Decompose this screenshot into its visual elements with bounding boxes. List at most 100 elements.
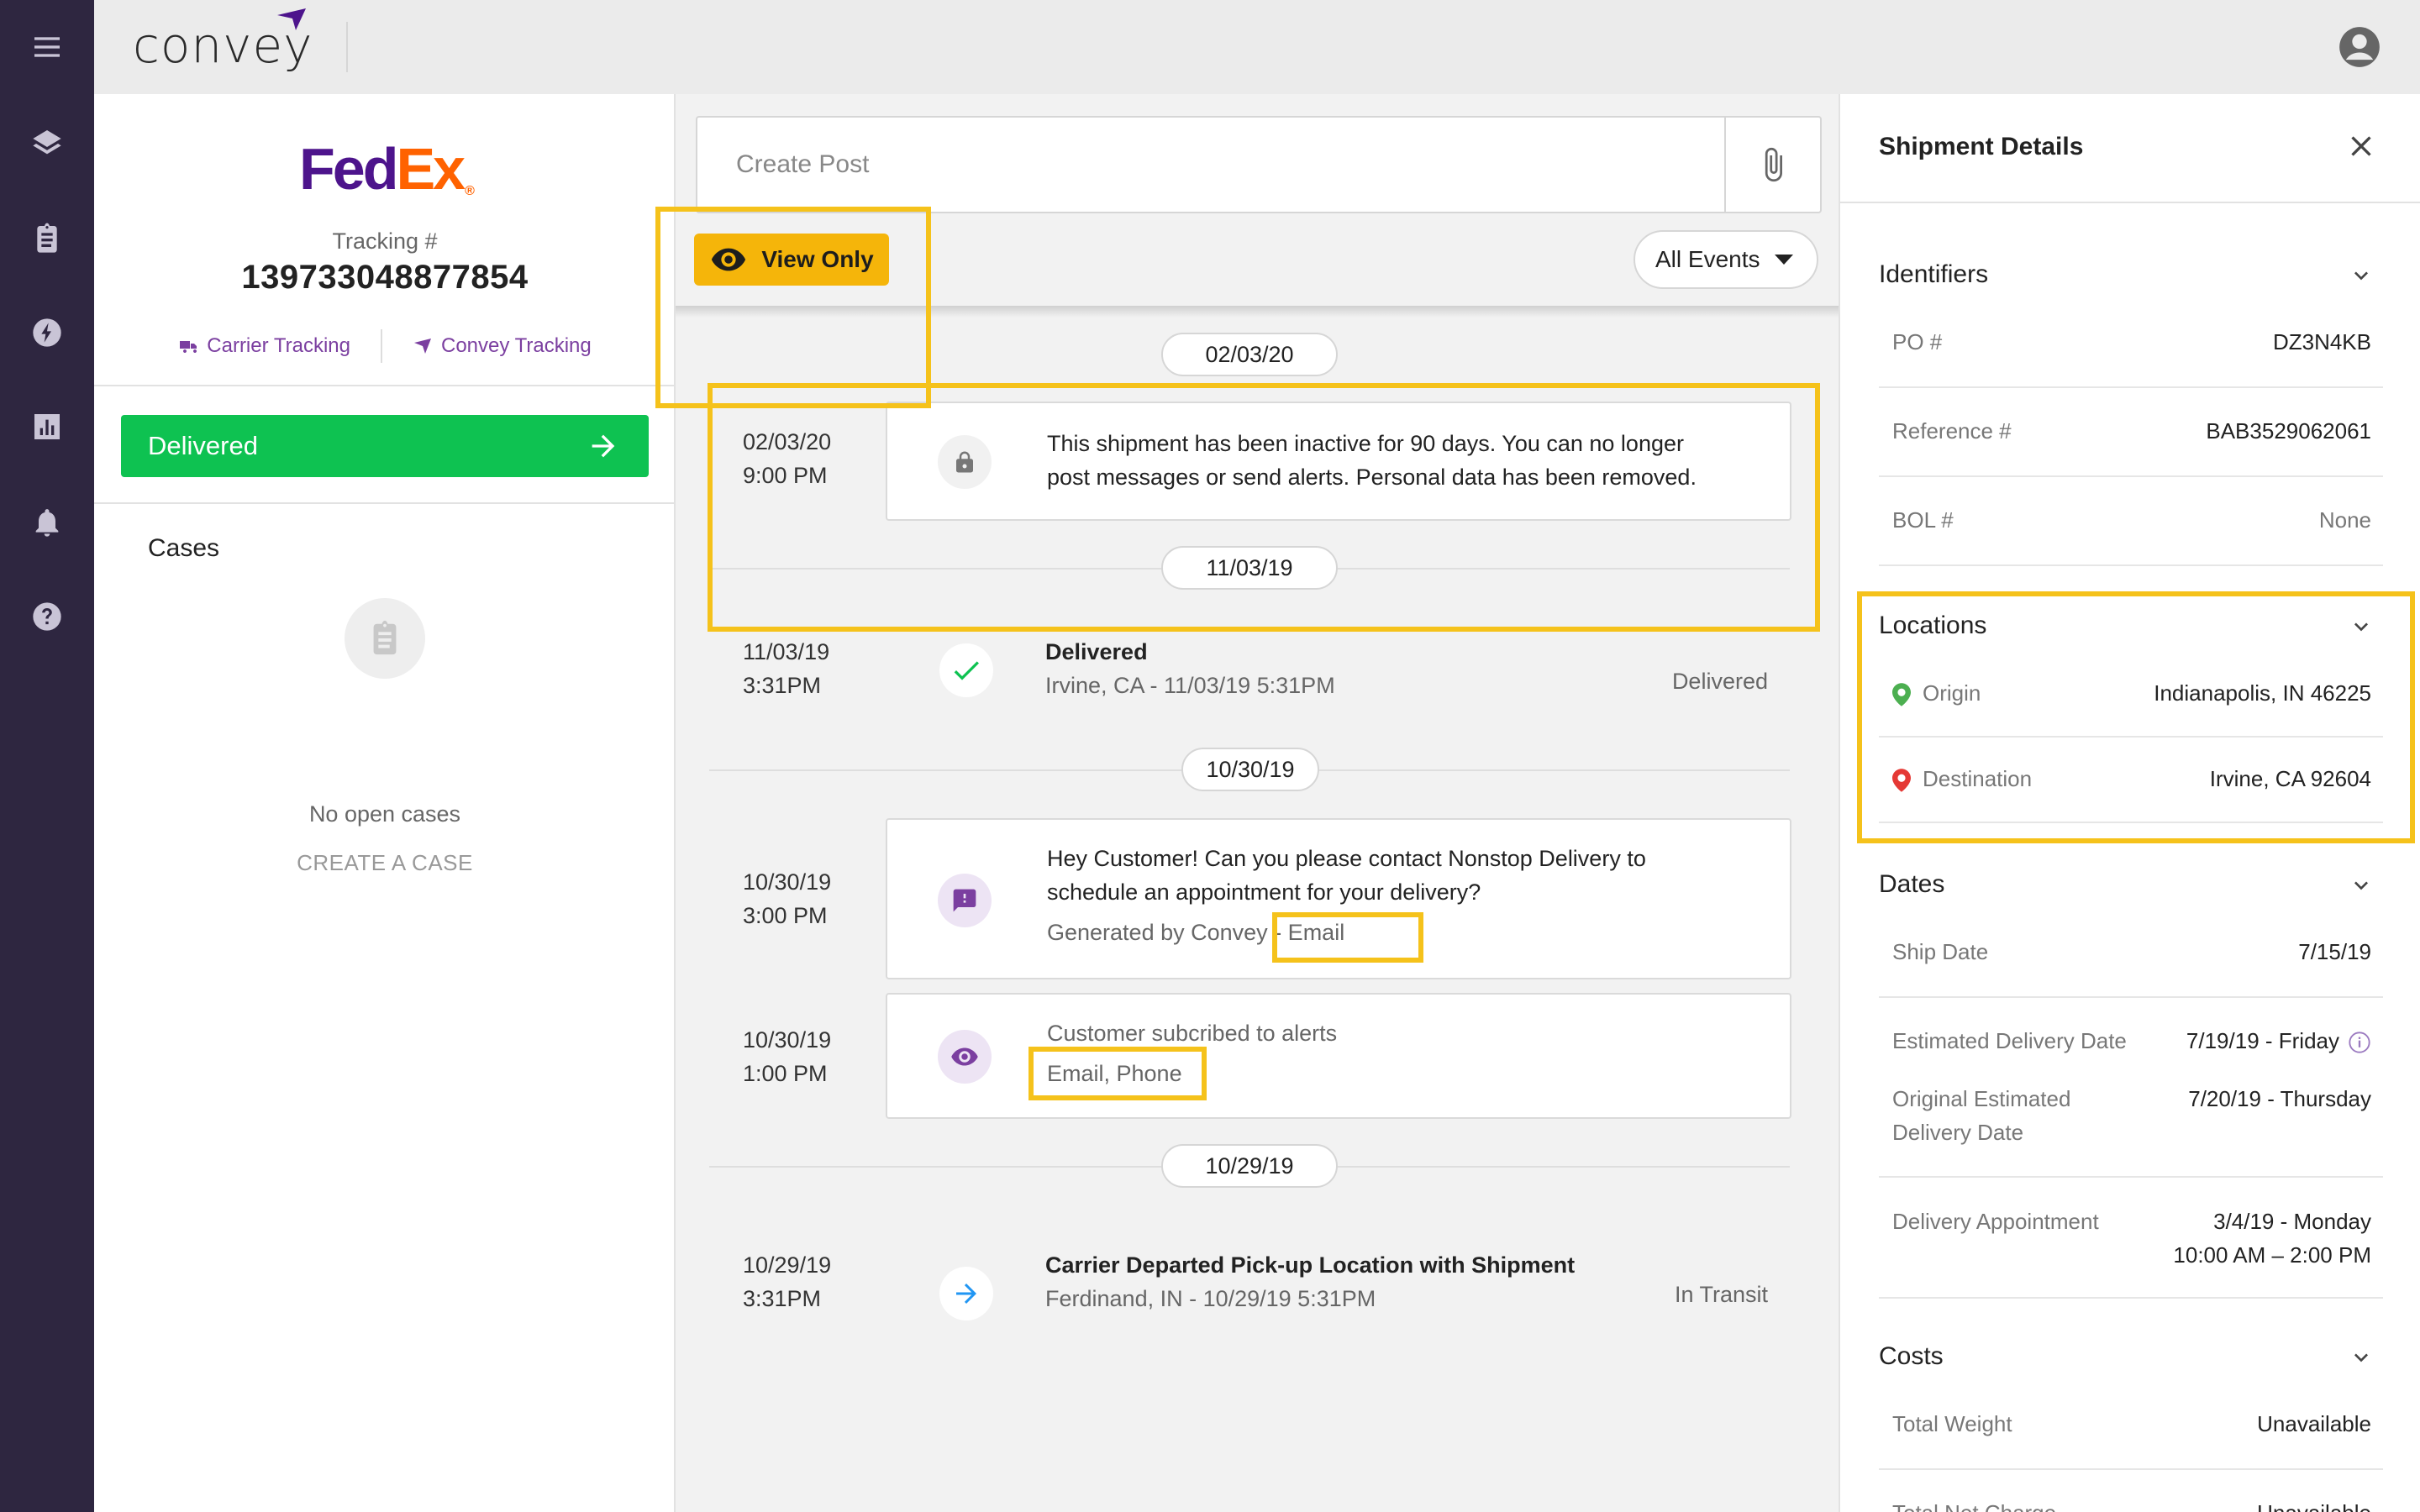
event-detail: Irvine, CA - 11/03/19 5:31PM bbox=[1045, 673, 1335, 698]
clipboard-icon[interactable] bbox=[29, 220, 66, 257]
event-content: Carrier Departed Pick-up Location with S… bbox=[1045, 1248, 1575, 1315]
event-channels: Email, Phone bbox=[1047, 1061, 1182, 1086]
chevron-down-icon[interactable] bbox=[2348, 872, 2375, 899]
layers-icon[interactable] bbox=[29, 124, 66, 161]
check-icon bbox=[939, 643, 993, 697]
close-icon[interactable] bbox=[2344, 129, 2378, 163]
event-timestamp: 10/30/19 3:00 PM bbox=[743, 865, 831, 932]
delivery-appointment-row: Delivery Appointment 3/4/19 - Monday 10:… bbox=[1892, 1205, 2371, 1268]
help-icon[interactable] bbox=[29, 598, 66, 635]
event-timestamp: 02/03/20 9:00 PM bbox=[743, 425, 831, 492]
event-date: 10/30/19 bbox=[743, 869, 832, 895]
dates-section-title[interactable]: Dates bbox=[1879, 870, 1944, 899]
destination-label: Destination bbox=[1923, 766, 2033, 791]
convey-tracking-link[interactable]: Convey Tracking bbox=[382, 334, 622, 358]
delivered-status-button[interactable]: Delivered bbox=[121, 415, 649, 477]
event-message: Customer subcribed to alerts Email, Phon… bbox=[1047, 1016, 1337, 1090]
event-card: This shipment has been inactive for 90 d… bbox=[886, 402, 1791, 521]
ship-date-label: Ship Date bbox=[1892, 939, 1989, 964]
event-content: Delivered Irvine, CA - 11/03/19 5:31PM bbox=[1045, 635, 1335, 702]
event-message: This shipment has been inactive for 90 d… bbox=[1047, 427, 1697, 494]
appointment-date: 3/4/19 - Monday bbox=[2213, 1209, 2371, 1234]
truck-icon bbox=[180, 341, 197, 353]
top-bar: convey bbox=[94, 0, 2420, 94]
arrow-right-icon bbox=[939, 1267, 993, 1320]
delivery-appointment-label: Delivery Appointment bbox=[1892, 1209, 2099, 1234]
lock-icon bbox=[938, 435, 992, 489]
create-case-link[interactable]: CREATE A CASE bbox=[94, 850, 676, 876]
event-line: Hey Customer! Can you please contact Non… bbox=[1047, 846, 1646, 871]
toolbar-shadow bbox=[676, 306, 1839, 318]
create-post-input[interactable] bbox=[697, 118, 1723, 212]
event-date: 11/03/19 bbox=[743, 639, 830, 664]
event-status: Delivered bbox=[1671, 669, 1768, 694]
origin-row: Origin Indianapolis, IN 46225 bbox=[1892, 680, 2371, 706]
topbar-divider bbox=[346, 22, 348, 72]
event-time: 3:00 PM bbox=[743, 903, 828, 928]
events-filter-select[interactable]: All Events bbox=[1634, 230, 1818, 289]
tracking-links: Carrier Tracking Convey Tracking bbox=[94, 329, 676, 363]
row-divider bbox=[1879, 1176, 2383, 1178]
convey-arrow-icon bbox=[413, 339, 431, 354]
ship-date-value: 7/15/19 bbox=[2298, 939, 2371, 964]
carrier-logo: FedEx ® bbox=[299, 139, 475, 198]
destination-value: Irvine, CA 92604 bbox=[2209, 766, 2371, 791]
ship-date-row: Ship Date 7/15/19 bbox=[1892, 939, 2371, 965]
shipment-details-panel: Shipment Details Identifiers PO # DZ3N4K… bbox=[1839, 94, 2420, 1512]
event-time: 1:00 PM bbox=[743, 1061, 828, 1086]
paperclip-icon bbox=[1765, 147, 1782, 182]
info-icon[interactable] bbox=[2348, 1031, 2371, 1054]
row-divider bbox=[1879, 1297, 2383, 1299]
total-net-charge-row: Total Net Charge Unavailable bbox=[1892, 1500, 2371, 1512]
original-estimate-value: 7/20/19 - Thursday bbox=[2188, 1086, 2371, 1111]
bolt-icon[interactable] bbox=[29, 314, 66, 351]
costs-section-title[interactable]: Costs bbox=[1879, 1342, 1944, 1371]
carrier-logo-fed: Fed bbox=[299, 136, 398, 202]
events-filter-value: All Events bbox=[1655, 246, 1760, 272]
appointment-window: 10:00 AM – 2:00 PM bbox=[2173, 1242, 2371, 1268]
account-icon[interactable] bbox=[2338, 25, 2381, 69]
event-timestamp: 10/30/19 1:00 PM bbox=[743, 1023, 831, 1090]
total-weight-value: Unavailable bbox=[2257, 1411, 2371, 1436]
event-card: Hey Customer! Can you please contact Non… bbox=[886, 818, 1791, 979]
event-date: 10/30/19 bbox=[743, 1027, 832, 1053]
eye-icon bbox=[938, 1030, 992, 1084]
identifier-row-reference: Reference # BAB3529062061 bbox=[1892, 418, 2371, 444]
identifier-label: PO # bbox=[1892, 329, 1943, 354]
message-alert-icon bbox=[938, 874, 992, 927]
chevron-down-icon[interactable] bbox=[2348, 1344, 2375, 1371]
total-net-charge-label: Total Net Charge bbox=[1892, 1500, 2056, 1512]
carrier-logo-ex: Ex bbox=[396, 136, 466, 202]
logo-mark-icon bbox=[277, 8, 306, 30]
bar-chart-icon[interactable] bbox=[29, 408, 66, 445]
event-detail: Ferdinand, IN - 10/29/19 5:31PM bbox=[1045, 1286, 1376, 1311]
carrier-logo-reg: ® bbox=[465, 184, 475, 198]
locations-section-title[interactable]: Locations bbox=[1879, 612, 1986, 640]
origin-label-wrap: Origin bbox=[1892, 680, 1981, 706]
event-feed: View Only All Events 02/03/20 02/03/20 9… bbox=[655, 94, 1839, 1512]
chevron-down-icon[interactable] bbox=[2348, 262, 2375, 289]
attach-button[interactable] bbox=[1724, 118, 1820, 212]
carrier-tracking-link[interactable]: Carrier Tracking bbox=[148, 334, 381, 358]
event-card: Customer subcribed to alerts Email, Phon… bbox=[886, 993, 1791, 1119]
destination-label-wrap: Destination bbox=[1892, 766, 2033, 792]
event-status: In Transit bbox=[1674, 1282, 1768, 1307]
total-weight-label: Total Weight bbox=[1892, 1411, 2012, 1436]
shipment-summary-panel: FedEx ® Tracking # 139733048877854 Carrie… bbox=[94, 94, 676, 1512]
convey-tracking-label: Convey Tracking bbox=[440, 334, 592, 357]
identifiers-section-title[interactable]: Identifiers bbox=[1879, 260, 1988, 289]
tracking-number: 139733048877854 bbox=[241, 259, 529, 296]
cases-title: Cases bbox=[148, 534, 220, 562]
destination-row: Destination Irvine, CA 92604 bbox=[1892, 766, 2371, 792]
menu-icon[interactable] bbox=[29, 29, 66, 66]
total-net-charge-value: Unavailable bbox=[2257, 1500, 2371, 1512]
no-cases-text: No open cases bbox=[308, 801, 461, 827]
event-generated: Generated by Convey - Email bbox=[1047, 916, 1646, 949]
event-line: Customer subcribed to alerts bbox=[1047, 1021, 1338, 1046]
bell-icon[interactable] bbox=[29, 504, 66, 541]
event-line: This shipment has been inactive for 90 d… bbox=[1047, 431, 1684, 456]
map-pin-icon bbox=[1892, 683, 1911, 706]
estimated-delivery-value-wrap: 7/19/19 - Friday bbox=[2186, 1028, 2371, 1054]
chevron-down-icon[interactable] bbox=[2348, 613, 2375, 640]
event-message: Hey Customer! Can you please contact Non… bbox=[1047, 842, 1646, 949]
